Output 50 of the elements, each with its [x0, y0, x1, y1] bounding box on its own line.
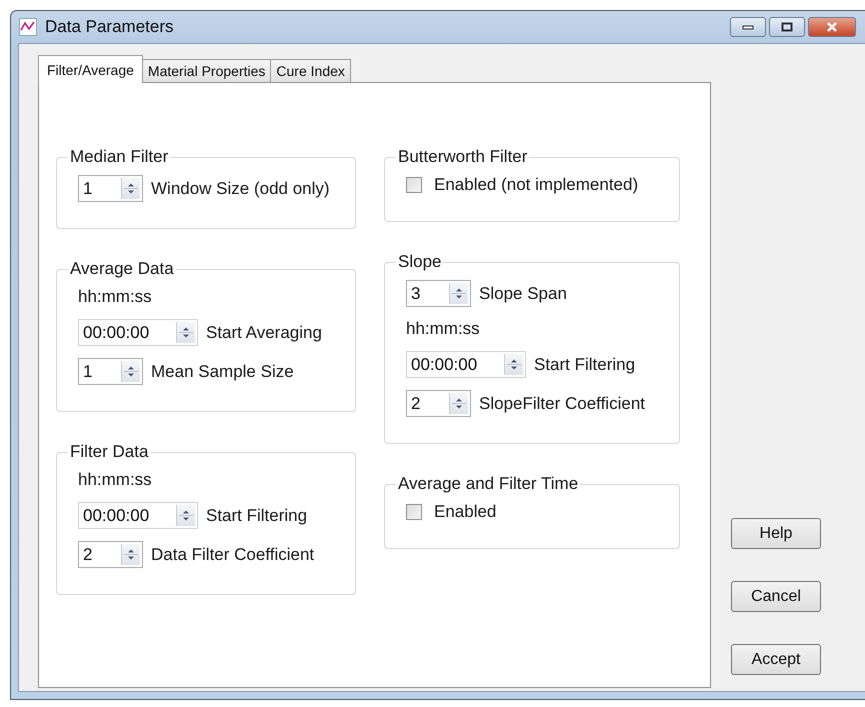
- maximize-button[interactable]: [769, 17, 805, 37]
- spinner-label: Start Averaging: [206, 322, 322, 342]
- spin-arrows-icon[interactable]: [176, 505, 195, 526]
- number-spinner[interactable]: 1: [78, 358, 143, 385]
- number-spinner[interactable]: 2: [78, 541, 143, 568]
- dialog-button[interactable]: Accept: [731, 644, 821, 675]
- time-format-caption: hh:mm:ss: [78, 470, 153, 490]
- spinner-label: SlopeFilter Coefficient: [479, 394, 645, 414]
- checkbox[interactable]: [406, 177, 422, 193]
- group-title: Average and Filter Time: [397, 474, 580, 494]
- spin-arrows-icon[interactable]: [504, 354, 523, 375]
- spin-arrows-icon[interactable]: [449, 283, 468, 304]
- number-spinner[interactable]: 2: [406, 390, 471, 417]
- close-button[interactable]: [808, 17, 856, 37]
- group-title: Filter Data: [69, 442, 150, 462]
- number-spinner[interactable]: 1: [78, 175, 143, 202]
- group-title: Butterworth Filter: [397, 147, 528, 167]
- spinner-label: Data Filter Coefficient: [151, 544, 314, 564]
- tab[interactable]: Material Properties: [142, 59, 272, 82]
- group-title: Slope: [397, 252, 442, 272]
- spinner-label: Mean Sample Size: [151, 362, 294, 382]
- number-spinner[interactable]: 3: [406, 280, 471, 307]
- dialog-button[interactable]: Cancel: [731, 581, 821, 612]
- minimize-button[interactable]: [730, 17, 766, 37]
- group-title: Average Data: [69, 259, 175, 279]
- spinner-label: Start Filtering: [534, 354, 636, 374]
- maximize-icon: [781, 22, 793, 32]
- window-title: Data Parameters: [45, 17, 174, 37]
- group-title: Median Filter: [69, 147, 170, 167]
- spinner-label: Window Size (odd only): [151, 178, 330, 198]
- time-spinner[interactable]: 00:00:00: [78, 319, 198, 346]
- tab[interactable]: Cure Index: [270, 59, 351, 82]
- checkbox-label[interactable]: Enabled (not implemented): [434, 175, 638, 195]
- time-format-caption: hh:mm:ss: [406, 319, 481, 339]
- spin-arrows-icon[interactable]: [121, 361, 140, 382]
- time-spinner[interactable]: 00:00:00: [406, 351, 526, 378]
- checkbox-label[interactable]: Enabled: [434, 502, 496, 522]
- minimize-icon: [742, 24, 754, 30]
- spin-arrows-icon[interactable]: [121, 544, 140, 565]
- spinner-label: Slope Span: [479, 284, 567, 304]
- close-icon: [825, 21, 839, 33]
- spinner-label: Start Filtering: [206, 506, 308, 526]
- spin-arrows-icon[interactable]: [121, 178, 140, 199]
- tab[interactable]: Filter/Average: [38, 55, 143, 83]
- time-format-caption: hh:mm:ss: [78, 287, 153, 307]
- checkbox[interactable]: [406, 504, 422, 520]
- spin-arrows-icon[interactable]: [176, 322, 195, 343]
- time-spinner[interactable]: 00:00:00: [78, 502, 198, 529]
- spin-arrows-icon[interactable]: [449, 393, 468, 414]
- dialog-button[interactable]: Help: [731, 518, 821, 549]
